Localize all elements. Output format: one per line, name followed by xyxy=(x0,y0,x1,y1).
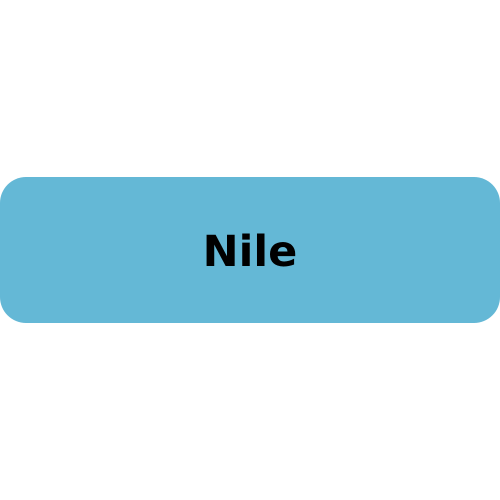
answer-option-button[interactable]: Nile xyxy=(0,177,500,323)
answer-option-label: Nile xyxy=(202,226,298,277)
